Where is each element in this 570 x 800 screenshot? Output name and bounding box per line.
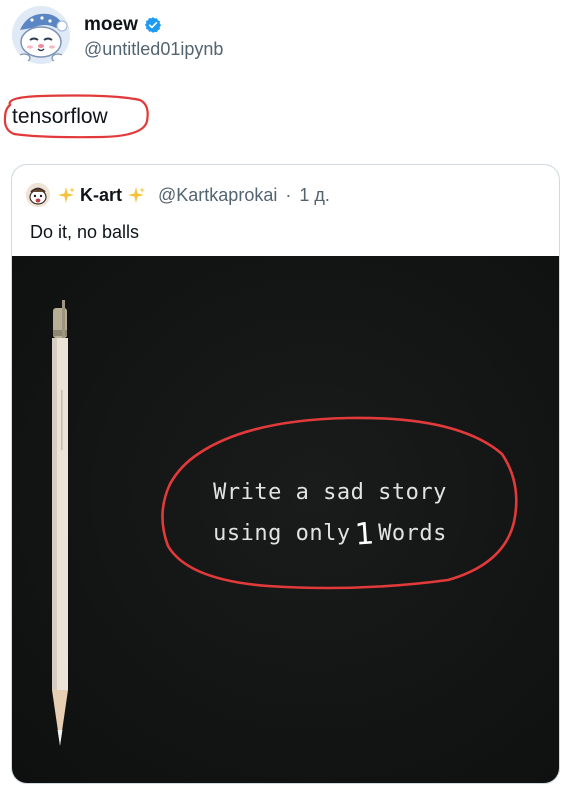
author-handle[interactable]: @untitled01ipynb <box>84 38 223 60</box>
tweet-text: tensorflow <box>12 105 108 128</box>
sparkles-icon <box>126 185 146 205</box>
verified-badge-icon[interactable] <box>144 16 162 34</box>
media-caption-line-1: Write a sad story <box>213 480 447 505</box>
cat-avatar-icon[interactable] <box>12 6 70 64</box>
separator-dot: · <box>285 185 292 205</box>
quoted-tweet-text: Do it, no balls <box>30 222 140 242</box>
media-caption-line-2-end: Words <box>378 521 447 546</box>
quoted-display-name: K-art <box>80 185 123 205</box>
quoted-media-image[interactable]: Write a sad story using only1 Words <box>12 256 559 783</box>
handwritten-number: 1 <box>353 516 376 553</box>
media-caption-line-2: using only1 Words <box>180 512 480 553</box>
author-name-line: moew <box>84 14 162 36</box>
quoted-handle[interactable]: @Kartkaprokai <box>158 184 277 206</box>
post-screen: moew @untitled01ipynb tensorflow K-art @… <box>0 0 570 800</box>
quoted-tweet-header: K-art @Kartkaprokai · 1 д. <box>26 183 330 207</box>
media-caption: Write a sad story using only1 Words <box>180 474 480 553</box>
quoted-tweet-card[interactable]: K-art @Kartkaprokai · 1 д. Do it, no bal… <box>11 164 560 784</box>
author-display-name[interactable]: moew <box>84 14 138 36</box>
character-avatar-icon[interactable] <box>26 183 50 207</box>
pencil-icon <box>52 300 68 746</box>
quoted-name-group[interactable]: K-art <box>56 184 146 206</box>
post-author: moew @untitled01ipynb <box>12 6 552 64</box>
tweet-text-block: tensorflow <box>2 93 152 139</box>
media-caption-line-2-start: using only <box>213 521 351 546</box>
quoted-timestamp[interactable]: 1 д. <box>299 184 330 206</box>
sparkles-icon <box>56 185 76 205</box>
